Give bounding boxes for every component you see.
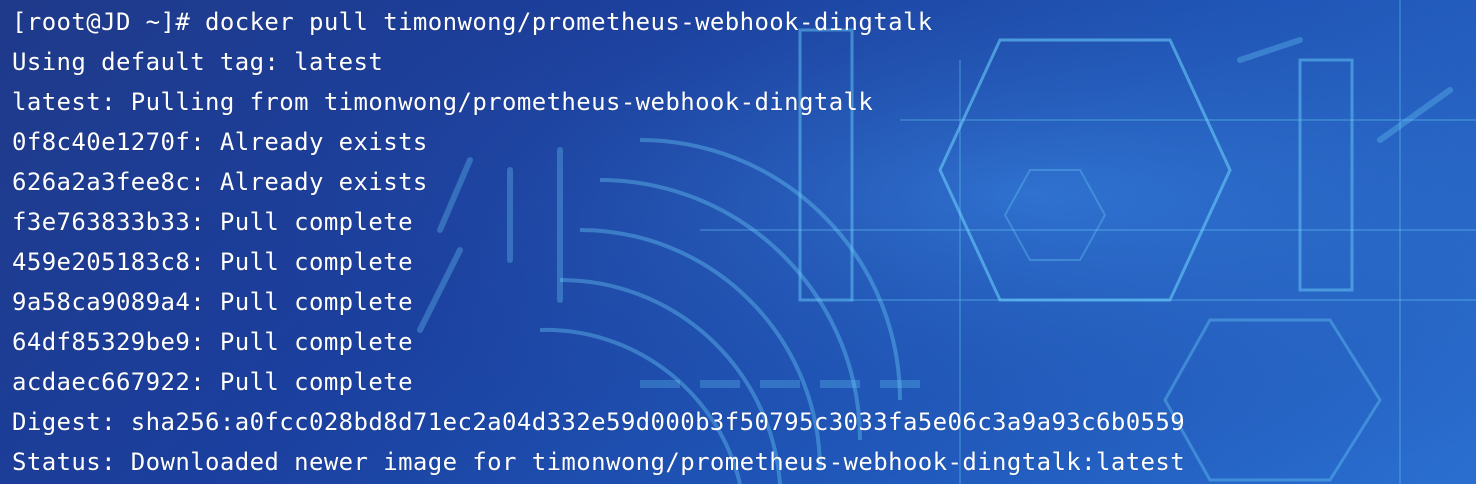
output-line: acdaec667922: Pull complete: [12, 368, 413, 396]
output-line: 0f8c40e1270f: Already exists: [12, 128, 428, 156]
digest-line: Digest: sha256:a0fcc028bd8d71ec2a04d332e…: [12, 408, 1186, 436]
lower-hexagon-decoration: [1163, 318, 1382, 482]
command-line: [root@JD ~]# docker pull timonwong/prome…: [12, 8, 933, 36]
output-line: latest: Pulling from timonwong/prometheu…: [12, 88, 874, 116]
terminal-output[interactable]: [root@JD ~]# docker pull timonwong/prome…: [12, 2, 1185, 482]
output-line: 459e205183c8: Pull complete: [12, 248, 413, 276]
status-line: Status: Downloaded newer image for timon…: [12, 448, 1186, 476]
output-line: 9a58ca9089a4: Pull complete: [12, 288, 413, 316]
output-line: 626a2a3fee8c: Already exists: [12, 168, 428, 196]
output-line: Using default tag: latest: [12, 48, 384, 76]
output-line: f3e763833b33: Pull complete: [12, 208, 413, 236]
terminal-window[interactable]: [root@JD ~]# docker pull timonwong/prome…: [0, 0, 1476, 484]
output-line: 64df85329be9: Pull complete: [12, 328, 413, 356]
bar-decoration-2: [1298, 58, 1354, 292]
